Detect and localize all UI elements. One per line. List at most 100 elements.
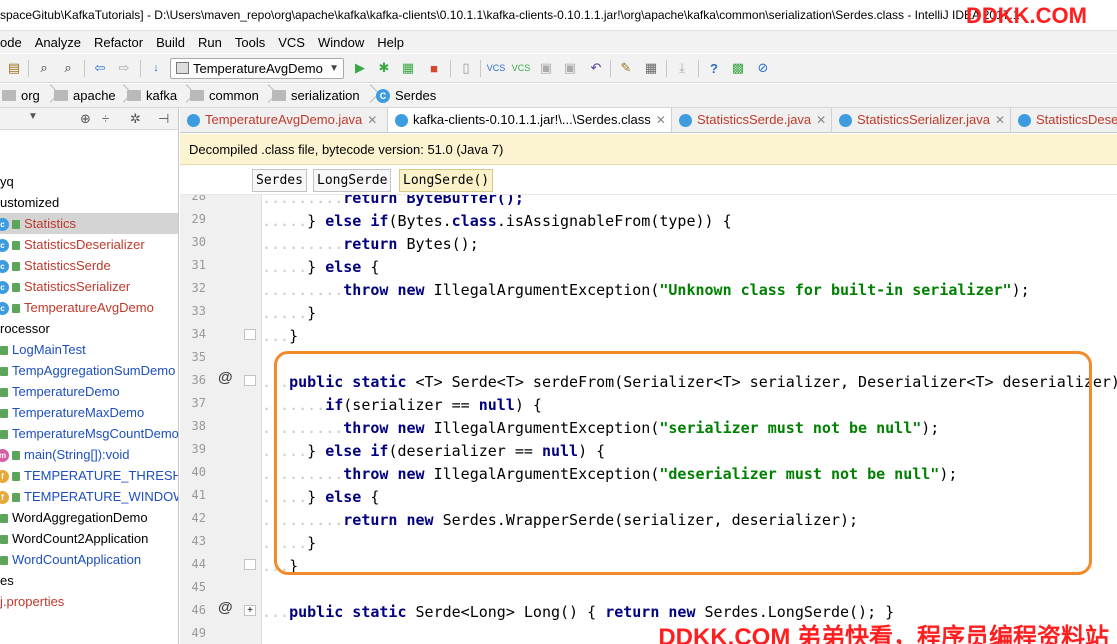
tree-item[interactable]: WordCountApplication [0, 549, 178, 570]
breadcrumb-serdes[interactable]: C Serdes [376, 88, 436, 103]
tree-item[interactable]: f TEMPERATURE_THRESHO [0, 465, 178, 486]
debug-icon[interactable]: ✱ [376, 60, 392, 76]
tree-item[interactable]: c StatisticsDeserializer [0, 234, 178, 255]
project-structure-icon[interactable]: ▯ [458, 60, 474, 76]
replace-icon[interactable]: ⌕ [60, 60, 76, 76]
menu-code[interactable]: ode [0, 35, 29, 50]
tree-item[interactable]: rocessor [0, 318, 178, 339]
tree-item[interactable]: WordAggregationDemo [0, 507, 178, 528]
tab-statistics-deserializer[interactable]: StatisticsDese [1011, 108, 1117, 132]
code-line: .....} else { [262, 258, 380, 276]
tab-serdes-class[interactable]: kafka-clients-0.10.1.1.jar!\...\Serdes.c… [388, 108, 672, 132]
project-settings-icon[interactable]: ▦ [643, 60, 659, 76]
tree-item[interactable]: WordCount2Application [0, 528, 178, 549]
line-number: 32 [191, 281, 206, 295]
fold-marker-icon[interactable] [244, 329, 256, 340]
folder-icon [2, 90, 16, 101]
fold-marker-icon[interactable] [244, 375, 256, 386]
tree-item[interactable]: TempAggregationSumDemo [0, 360, 178, 381]
code-crumb-longserde[interactable]: LongSerde [313, 169, 392, 192]
stop-icon[interactable]: ■ [426, 60, 442, 76]
tree-item[interactable]: c StatisticsSerializer [0, 276, 178, 297]
coverage-icon[interactable]: ▦ [400, 60, 416, 76]
menu-analyze[interactable]: Analyze [35, 35, 88, 50]
menu-tools[interactable]: Tools [235, 35, 272, 50]
close-icon[interactable]: ✕ [367, 113, 377, 127]
folder-icon [190, 90, 204, 101]
forward-icon[interactable]: ⇨ [116, 60, 132, 76]
tree-item[interactable]: yq [0, 171, 178, 192]
tree-item[interactable]: f TEMPERATURE_WINDOW [0, 486, 179, 507]
hide-panel-icon[interactable]: ⊣ [158, 111, 169, 127]
tree-item-label: TEMPERATURE_WINDOW [24, 489, 179, 504]
sync-icon[interactable]: ⊕ [80, 111, 91, 127]
tree-item[interactable]: j.properties [0, 591, 178, 612]
tree-item[interactable]: TemperatureMaxDemo [0, 402, 178, 423]
vcs-update-icon[interactable]: VCS [487, 60, 506, 76]
editor-tab-bar: TemperatureAvgDemo.java ✕ kafka-clients-0… [180, 108, 1117, 133]
tree-item[interactable]: c Statistics [0, 213, 178, 234]
field-icon: f [0, 470, 9, 484]
settings-icon[interactable]: ✎ [618, 60, 634, 76]
code-crumb-longserde-ctor[interactable]: LongSerde() [399, 169, 494, 192]
lock-icon [0, 346, 8, 356]
line-number: 28 [191, 195, 206, 203]
tree-item[interactable]: TemperatureDemo [0, 381, 178, 402]
menu-refactor[interactable]: Refactor [94, 35, 150, 50]
download-icon[interactable]: ⤓ [674, 60, 690, 76]
tree-item[interactable]: LogMainTest [0, 339, 178, 360]
close-icon[interactable]: ✕ [995, 113, 1005, 127]
vcs-compare-icon[interactable]: ▣ [538, 60, 554, 76]
line-number: 49 [191, 626, 206, 640]
class-icon [679, 114, 692, 128]
run-configuration-select[interactable]: TemperatureAvgDemo ▼ [170, 58, 344, 79]
back-icon[interactable]: ⇦ [92, 60, 108, 76]
tree-item-label: WordAggregationDemo [12, 510, 148, 525]
tree-item[interactable]: ustomized [0, 192, 178, 213]
run-icon[interactable]: ▶ [352, 60, 368, 76]
breadcrumb-org[interactable]: org [2, 88, 40, 103]
lock-icon [12, 262, 20, 272]
breadcrumb-common[interactable]: common [190, 88, 259, 103]
chevron-down-icon[interactable]: ▼ [28, 111, 38, 122]
toolbar-separator [84, 60, 85, 77]
menu-help[interactable]: Help [377, 35, 411, 50]
no-entry-icon[interactable]: ⊘ [755, 60, 771, 76]
tree-item[interactable]: c StatisticsSerde [0, 255, 178, 276]
code-crumb-serdes[interactable]: Serdes [252, 169, 307, 192]
tree-item[interactable]: c TemperatureAvgDemo [0, 297, 178, 318]
paste-icon[interactable]: ▤ [6, 60, 22, 76]
menu-run[interactable]: Run [198, 35, 229, 50]
override-icon[interactable]: @ [218, 369, 233, 386]
tab-temperature-avg-demo[interactable]: TemperatureAvgDemo.java ✕ [180, 108, 388, 132]
vcs-history-icon[interactable]: ▣ [562, 60, 578, 76]
menu-build[interactable]: Build [156, 35, 192, 50]
help-icon[interactable]: ? [706, 60, 722, 76]
expand-fold-icon[interactable]: + [244, 605, 256, 616]
tab-statistics-serde[interactable]: StatisticsSerde.java ✕ [672, 108, 832, 132]
vcs-commit-icon[interactable]: VCS [512, 60, 531, 76]
revert-icon[interactable]: ↶ [588, 60, 604, 76]
line-number: 35 [191, 350, 206, 364]
tab-statistics-serializer[interactable]: StatisticsSerializer.java ✕ [832, 108, 1011, 132]
find-icon[interactable]: ⌕ [36, 60, 52, 76]
line-number: 37 [191, 396, 206, 410]
fold-marker-icon[interactable] [244, 559, 256, 570]
menu-vcs[interactable]: VCS [278, 35, 312, 50]
close-icon[interactable]: ✕ [656, 113, 666, 127]
stats-icon[interactable]: ▩ [730, 60, 746, 76]
lock-icon [0, 388, 8, 398]
collapse-icon[interactable]: ÷ [102, 111, 109, 126]
gear-icon[interactable]: ✲ [130, 111, 141, 127]
tree-item[interactable]: es [0, 570, 178, 591]
breadcrumb-serialization[interactable]: serialization [272, 88, 360, 103]
make-project-icon[interactable]: ↓ [148, 60, 164, 76]
menu-window[interactable]: Window [318, 35, 371, 50]
tree-item[interactable]: TemperatureMsgCountDemo [0, 423, 178, 444]
override-icon[interactable]: @ [218, 599, 233, 616]
breadcrumb-kafka[interactable]: kafka [127, 88, 177, 103]
close-icon[interactable]: ✕ [816, 113, 826, 127]
tree-item[interactable]: m main(String[]):void [0, 444, 178, 465]
toolbar-separator [610, 60, 611, 77]
breadcrumb-apache[interactable]: apache [54, 88, 116, 103]
